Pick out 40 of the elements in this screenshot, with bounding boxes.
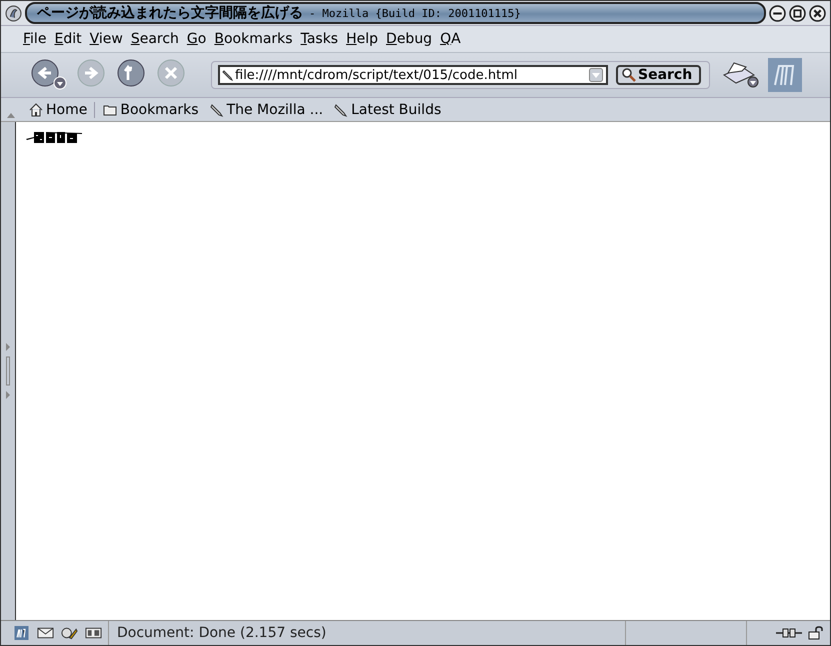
- toolbar-grip-icon[interactable]: [7, 111, 15, 119]
- menu-item[interactable]: Edit: [50, 31, 86, 47]
- search-button[interactable]: Search: [616, 65, 702, 85]
- garbled-text-drawing: [26, 130, 82, 146]
- status-text: Document: Done (2.157 secs): [116, 625, 328, 641]
- folder-icon: [103, 102, 118, 116]
- url-field[interactable]: file:////mnt/cdrom/script/text/015/code.html: [218, 65, 608, 85]
- menu-item[interactable]: Search: [126, 31, 183, 47]
- minimize-button[interactable]: [769, 4, 786, 22]
- sidebar-grip-icon[interactable]: [5, 341, 11, 401]
- dropdown-icon[interactable]: [589, 68, 603, 82]
- close-button[interactable]: [809, 4, 826, 22]
- mail-icon[interactable]: [37, 626, 54, 640]
- logo-icon[interactable]: [13, 626, 30, 640]
- bookmark-link[interactable]: Latest Builds: [330, 102, 448, 118]
- online-plug-icon[interactable]: [776, 627, 802, 639]
- padlock-icon: [808, 626, 824, 640]
- search-icon: [622, 68, 636, 82]
- menu-item[interactable]: Bookmarks: [210, 31, 297, 47]
- bookmark-icon: [222, 69, 234, 81]
- window-subtitle: - Mozilla {Build ID: 2001101115}: [309, 6, 521, 20]
- menu-item[interactable]: File: [19, 31, 50, 47]
- back-button[interactable]: [31, 59, 67, 91]
- app-icon[interactable]: [5, 4, 22, 22]
- bookmark-icon: [334, 102, 348, 116]
- menu-item[interactable]: Help: [342, 31, 382, 47]
- maximize-button[interactable]: [789, 4, 806, 22]
- compose-icon[interactable]: [61, 626, 78, 640]
- bookmarks-menu[interactable]: Bookmarks: [99, 102, 206, 118]
- menu-item[interactable]: QA: [436, 31, 465, 47]
- window-title: ページが読み込まれたら文字間隔を広げる: [37, 4, 303, 22]
- bookmark-link[interactable]: The Mozilla ...: [206, 102, 330, 118]
- bookmark-link[interactable]: Home: [25, 102, 96, 118]
- address-book-icon[interactable]: [85, 626, 102, 640]
- menu-item[interactable]: Debug: [382, 31, 436, 47]
- menu-item[interactable]: View: [86, 31, 127, 47]
- menu-item[interactable]: Go: [182, 31, 210, 47]
- bookmark-icon: [210, 102, 224, 116]
- home-icon: [29, 102, 43, 116]
- menu-item[interactable]: Tasks: [296, 31, 342, 47]
